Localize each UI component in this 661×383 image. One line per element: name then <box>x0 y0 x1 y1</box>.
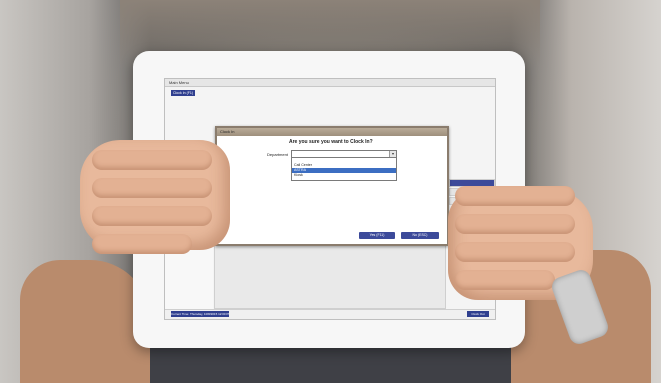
left-finger <box>92 150 212 170</box>
dialog-question: Are you sure you want to Clock In? <box>289 139 373 145</box>
window-titlebar: Main Menu <box>165 79 495 87</box>
right-finger <box>455 186 575 206</box>
department-dropdown-list: Call Center ASTRA Kiosk <box>291 157 397 181</box>
department-label: Department <box>267 152 288 157</box>
clock-in-button[interactable]: Clock In (F1) <box>171 90 195 96</box>
left-finger <box>92 206 212 226</box>
clock-out-button[interactable]: Clock Out <box>467 311 489 317</box>
current-time-button[interactable]: Current Time: Thursday, 10/8/2015 12:00 … <box>171 311 229 317</box>
left-finger <box>92 234 192 254</box>
department-option[interactable]: Kiosk <box>292 173 396 178</box>
right-finger <box>455 270 555 290</box>
left-arm <box>20 260 150 383</box>
right-finger <box>455 242 575 262</box>
clock-in-dialog: Clock In Are you sure you want to Clock … <box>215 126 449 246</box>
no-button[interactable]: No (ESC) <box>401 232 439 239</box>
left-finger <box>92 178 212 198</box>
status-bar: Current Time: Thursday, 10/8/2015 12:00 … <box>165 309 495 319</box>
window-title: Main Menu <box>169 80 189 85</box>
right-finger <box>455 214 575 234</box>
dialog-title: Clock In <box>217 128 447 136</box>
yes-button[interactable]: Yes (F11) <box>359 232 395 239</box>
